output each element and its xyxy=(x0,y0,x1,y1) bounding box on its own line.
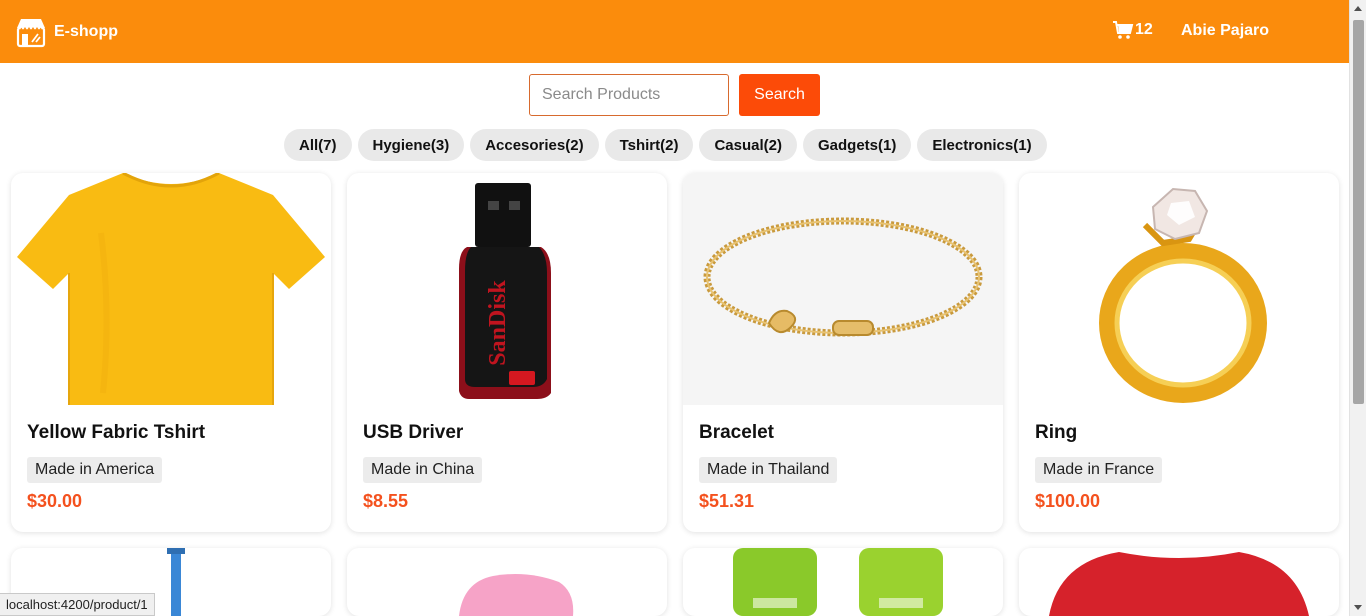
product-image-gold-ring xyxy=(1019,173,1339,405)
product-price: $100.00 xyxy=(1035,491,1101,511)
category-chip-casual[interactable]: Casual(2) xyxy=(699,129,797,161)
scroll-up-arrow-icon[interactable] xyxy=(1354,6,1362,11)
product-price: $51.31 xyxy=(699,491,755,511)
red-tshirt-image xyxy=(1049,552,1309,616)
product-title: Yellow Fabric Tshirt xyxy=(27,422,206,443)
browser-status-url: localhost:4200/product/1 xyxy=(0,593,155,616)
page-scrollbar[interactable] xyxy=(1349,0,1366,616)
category-chip-tshirt[interactable]: Tshirt(2) xyxy=(604,129,694,161)
search-button[interactable]: Search xyxy=(739,74,820,116)
top-navbar: E-shopp 12 Abie Pajaro xyxy=(0,0,1349,63)
search-input[interactable] xyxy=(529,74,729,116)
cart-button[interactable]: 12 xyxy=(1112,20,1153,40)
category-chip-all[interactable]: All(7) xyxy=(284,129,352,161)
soap-image xyxy=(459,574,574,616)
tshirt-icon xyxy=(17,173,325,405)
product-image-gold-bracelet xyxy=(683,173,1003,405)
scroll-down-arrow-icon[interactable] xyxy=(1354,605,1362,610)
product-card[interactable]: Yellow Fabric Tshirt Made in America $30… xyxy=(11,173,331,532)
brand[interactable]: E-shopp xyxy=(15,16,118,48)
product-card[interactable]: Ring Made in France $100.00 xyxy=(1019,173,1339,532)
category-chip-electronics[interactable]: Electronics(1) xyxy=(917,129,1047,161)
product-card[interactable]: Bracelet Made in Thailand $51.31 xyxy=(683,173,1003,532)
category-chip-hygiene[interactable]: Hygiene(3) xyxy=(357,129,465,161)
product-origin-badge: Made in France xyxy=(1035,457,1163,483)
product-card[interactable]: SanDisk USB Driver Made in China $8.55 xyxy=(347,173,667,532)
page: E-shopp 12 Abie Pajaro Search All(7) Hyg… xyxy=(0,0,1366,616)
bracelet-icon xyxy=(703,217,983,337)
product-card[interactable] xyxy=(683,548,1003,616)
svg-text:SanDisk: SanDisk xyxy=(485,280,511,366)
product-title: Ring xyxy=(1035,422,1078,443)
product-title: USB Driver xyxy=(363,422,464,443)
scrollbar-thumb[interactable] xyxy=(1353,20,1364,404)
cart-count: 12 xyxy=(1135,21,1153,38)
product-image-yellow-tshirt xyxy=(11,173,331,405)
brand-name: E-shopp xyxy=(54,22,118,40)
cart-icon xyxy=(1113,21,1134,39)
product-card[interactable] xyxy=(347,548,667,616)
product-origin-badge: Made in China xyxy=(363,457,483,483)
product-price: $8.55 xyxy=(363,491,409,511)
product-image-usb-drive: SanDisk xyxy=(347,173,667,405)
category-filter-bar: All(7) Hygiene(3) Accesories(2) Tshirt(2… xyxy=(284,129,1047,161)
product-origin-badge: Made in America xyxy=(27,457,163,483)
category-chip-accesories[interactable]: Accesories(2) xyxy=(470,129,599,161)
usb-drive-icon: SanDisk xyxy=(459,183,551,399)
shampoo-bottles-image xyxy=(733,548,943,616)
user-name-link[interactable]: Abie Pajaro xyxy=(1181,22,1269,40)
category-chip-gadgets[interactable]: Gadgets(1) xyxy=(803,129,912,161)
product-title: Bracelet xyxy=(699,422,774,443)
ring-icon xyxy=(1099,187,1267,403)
product-origin-badge: Made in Thailand xyxy=(699,457,838,483)
product-price: $30.00 xyxy=(27,491,83,511)
product-card[interactable] xyxy=(1019,548,1339,616)
store-icon xyxy=(16,18,46,47)
